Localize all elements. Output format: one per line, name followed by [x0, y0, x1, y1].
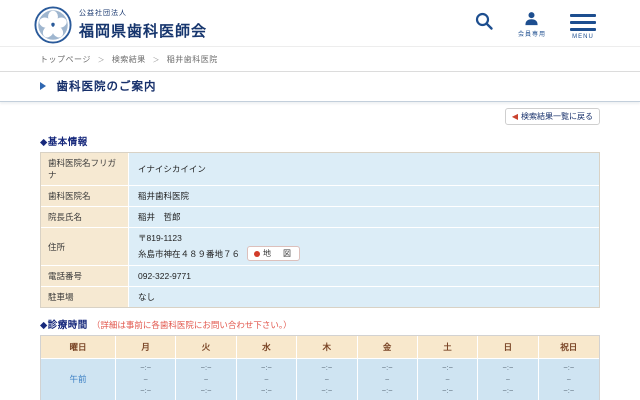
day-header: 水 [237, 336, 297, 359]
table-row: 駐車場 なし [41, 287, 599, 307]
hours-slot: −:− ~ −:− [418, 359, 478, 400]
street-address: 糸島市神在４８９番地７６ [138, 248, 240, 260]
row-value: 稲井歯科医院 [129, 186, 599, 207]
row-value: イナイシカイイン [129, 153, 599, 186]
day-header: 金 [358, 336, 418, 359]
title-arrow-icon [40, 82, 46, 90]
member-area-button[interactable]: 会員専用 [518, 11, 546, 40]
hours-heading: ◆診療時間 [40, 320, 88, 331]
row-label: 住所 [41, 228, 129, 266]
table-row-address: 住所 〒819-1123 糸島市神在４８９番地７６ 地 図 [41, 228, 599, 266]
title-bar: 歯科医院のご案内 [0, 71, 640, 102]
day-header: 木 [297, 336, 357, 359]
map-button[interactable]: 地 図 [247, 246, 300, 261]
day-header: 土 [418, 336, 478, 359]
brand[interactable]: 公益社団法人 福岡県歯科医師会 [34, 6, 207, 44]
day-header: 祝日 [539, 336, 599, 359]
menu-label: MENU [572, 34, 594, 40]
row-label: 歯科医院名 [41, 186, 129, 207]
hours-header-row: 曜日 月 火 水 木 金 土 日 祝日 [41, 336, 599, 359]
member-area-label: 会員専用 [518, 29, 546, 38]
brand-text: 公益社団法人 福岡県歯科医師会 [79, 6, 207, 41]
menu-button[interactable]: MENU [570, 11, 596, 40]
member-person-icon [524, 11, 539, 26]
hours-slot: −:− ~ −:− [297, 359, 357, 400]
map-pin-icon [254, 251, 260, 257]
association-logo-icon [34, 6, 72, 44]
search-icon [474, 11, 494, 31]
org-name-label: 福岡県歯科医師会 [79, 20, 207, 41]
address-cell: 〒819-1123 糸島市神在４８９番地７６ 地 図 [129, 228, 599, 266]
search-button[interactable] [474, 11, 494, 40]
breadcrumb-home-link[interactable]: トップページ [40, 55, 91, 64]
back-arrow-icon: ◀ [512, 112, 518, 121]
header: 公益社団法人 福岡県歯科医師会 会員専用 [0, 0, 640, 47]
table-row: 院長氏名 稲井 哲郎 [41, 207, 599, 228]
postal-code: 〒819-1123 [138, 232, 590, 244]
day-header: 日 [478, 336, 538, 359]
day-header: 火 [176, 336, 236, 359]
row-value: 092-322-9771 [129, 266, 599, 287]
map-button-label: 地 図 [263, 248, 293, 259]
table-row: 電話番号 092-322-9771 [41, 266, 599, 287]
hours-slot: −:− ~ −:− [539, 359, 599, 400]
hours-table: 曜日 月 火 水 木 金 土 日 祝日 午前 −:− ~ −:− −:− ~ −… [40, 335, 600, 400]
page: 公益社団法人 福岡県歯科医師会 会員専用 [0, 0, 640, 400]
row-label: 院長氏名 [41, 207, 129, 228]
back-to-results-label: 検索結果一覧に戻る [521, 112, 593, 121]
hours-note: （詳細は事前に各歯科医院にお問い合わせ下さい。） [92, 320, 292, 330]
breadcrumb-current-page: 稲井歯科医院 [167, 55, 218, 64]
table-row: 歯科医院名 稲井歯科医院 [41, 186, 599, 207]
page-title: 歯科医院のご案内 [56, 81, 156, 93]
header-tools: 会員専用 MENU [474, 6, 596, 40]
hours-heading-row: ◆診療時間 （詳細は事前に各歯科医院にお問い合わせ下さい。） [40, 317, 600, 331]
row-value: なし [129, 287, 599, 307]
basic-info-heading: ◆基本情報 [40, 134, 600, 148]
row-label: 歯科医院名フリガナ [41, 153, 129, 186]
org-type-label: 公益社団法人 [79, 8, 207, 18]
basic-info-table: 歯科医院名フリガナ イナイシカイイン 歯科医院名 稲井歯科医院 院長氏名 稲井 … [40, 152, 600, 308]
breadcrumb-search-results-link[interactable]: 検索結果 [112, 55, 146, 64]
table-row: 歯科医院名フリガナ イナイシカイイン [41, 153, 599, 186]
day-header: 月 [116, 336, 176, 359]
breadcrumb-separator: ＞ [153, 57, 161, 64]
row-value: 稲井 哲郎 [129, 207, 599, 228]
back-to-results-button[interactable]: ◀検索結果一覧に戻る [505, 108, 600, 125]
day-column-header: 曜日 [41, 336, 116, 359]
hours-morning-row: 午前 −:− ~ −:− −:− ~ −:− −:− ~ −:− −:− ~ −… [41, 359, 599, 400]
hours-slot: −:− ~ −:− [176, 359, 236, 400]
morning-label: 午前 [41, 359, 116, 400]
hours-slot: −:− ~ −:− [358, 359, 418, 400]
hours-slot: −:− ~ −:− [116, 359, 176, 400]
breadcrumb-separator: ＞ [98, 57, 106, 64]
hours-slot: −:− ~ −:− [237, 359, 297, 400]
row-label: 電話番号 [41, 266, 129, 287]
row-label: 駐車場 [41, 287, 129, 307]
hours-slot: −:− ~ −:− [478, 359, 538, 400]
breadcrumb: トップページ ＞ 検索結果 ＞ 稲井歯科医院 [40, 54, 600, 65]
hamburger-icon [570, 11, 596, 31]
back-row: ◀検索結果一覧に戻る [40, 106, 600, 125]
